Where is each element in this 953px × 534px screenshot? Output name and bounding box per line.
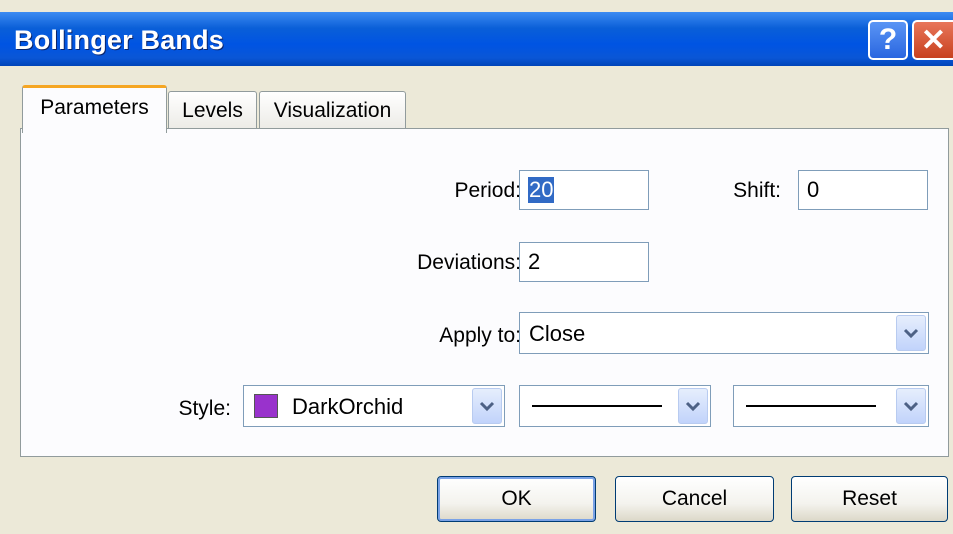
line-style-select[interactable] (519, 385, 711, 427)
chevron-down-icon (903, 401, 919, 412)
tab-levels-label: Levels (182, 98, 243, 122)
period-label: Period: (454, 179, 521, 202)
close-icon: ✕ (920, 23, 947, 57)
tab-visualization[interactable]: Visualization (259, 91, 406, 129)
line-style-dropdown-button[interactable] (678, 388, 708, 424)
period-value: 20 (528, 177, 555, 203)
shift-label: Shift: (733, 179, 781, 202)
line-width-sample (746, 405, 876, 407)
style-color-value: DarkOrchid (292, 394, 404, 419)
period-input[interactable]: 20 (519, 170, 649, 210)
tab-parameters[interactable]: Parameters (22, 85, 167, 133)
title-bar[interactable]: Bollinger Bands ? ✕ (0, 12, 953, 66)
line-style-sample (532, 405, 662, 407)
apply-to-dropdown-button[interactable] (896, 315, 926, 351)
deviations-value: 2 (528, 249, 541, 274)
apply-to-select[interactable]: Close (519, 312, 929, 354)
shift-value: 0 (807, 177, 820, 202)
help-button[interactable]: ? (868, 20, 908, 60)
apply-to-value: Close (529, 321, 586, 346)
style-color-dropdown-button[interactable] (472, 388, 502, 424)
color-swatch (254, 394, 278, 418)
shift-input[interactable]: 0 (798, 170, 928, 210)
parameters-panel: Period: 20 Shift: 0 Deviations: 2 Apply … (20, 128, 949, 457)
deviations-label: Deviations: (417, 251, 521, 274)
tab-levels[interactable]: Levels (168, 91, 257, 129)
chevron-down-icon (903, 328, 919, 339)
help-icon: ? (878, 23, 898, 56)
deviations-input[interactable]: 2 (519, 242, 649, 282)
reset-button[interactable]: Reset (791, 476, 948, 522)
line-width-select[interactable] (733, 385, 929, 427)
style-label: Style: (178, 397, 231, 420)
tab-visualization-label: Visualization (273, 98, 392, 122)
tab-parameters-label: Parameters (40, 95, 149, 119)
close-button[interactable]: ✕ (912, 20, 953, 60)
chevron-down-icon (479, 401, 495, 412)
line-width-dropdown-button[interactable] (896, 388, 926, 424)
window-title: Bollinger Bands (14, 25, 225, 55)
style-color-select[interactable]: DarkOrchid (243, 385, 505, 427)
ok-button[interactable]: OK (437, 476, 596, 522)
apply-to-label: Apply to: (439, 324, 521, 347)
cancel-button[interactable]: Cancel (615, 476, 774, 522)
bollinger-bands-dialog: Bollinger Bands ? ✕ Parameters Levels Vi… (0, 0, 953, 534)
chevron-down-icon (685, 401, 701, 412)
